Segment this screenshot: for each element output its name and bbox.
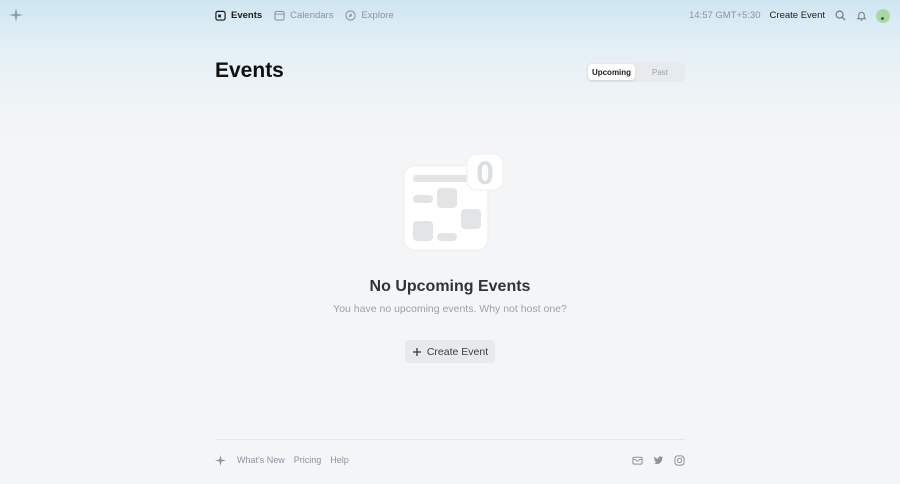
empty-count: 0: [476, 155, 494, 191]
footer-logo-sparkle-icon[interactable]: [215, 454, 226, 466]
top-bar: Events Calendars Explore 14:57 GMT+5:30 …: [0, 0, 900, 31]
tab-upcoming[interactable]: Upcoming: [588, 64, 635, 80]
tab-past[interactable]: Past: [637, 64, 683, 80]
nav-calendars[interactable]: Calendars: [274, 10, 333, 21]
avatar[interactable]: [876, 8, 890, 23]
events-tab-toggle: Upcoming Past: [586, 62, 685, 82]
current-time: 14:57 GMT+5:30: [688, 10, 761, 21]
nav-events-label: Events: [231, 10, 263, 21]
footer-link-whats-new[interactable]: What's New: [237, 455, 285, 465]
footer: What's New Pricing Help: [215, 450, 685, 470]
page-title: Events: [215, 59, 284, 82]
mail-icon[interactable]: [632, 455, 643, 466]
create-event-button-label: Create Event: [426, 345, 489, 358]
events-icon: [215, 10, 226, 21]
plus-icon: [412, 347, 421, 356]
bell-icon[interactable]: [855, 10, 867, 22]
nav-explore[interactable]: Explore: [345, 10, 394, 21]
search-icon[interactable]: [834, 10, 846, 22]
footer-divider: [215, 439, 685, 440]
nav-events[interactable]: Events: [215, 10, 262, 21]
footer-link-help[interactable]: Help: [330, 455, 349, 465]
explore-compass-icon: [345, 10, 357, 21]
logo-sparkle-icon[interactable]: [9, 8, 23, 22]
social-links: [632, 454, 685, 466]
main-nav: Events Calendars Explore: [215, 0, 394, 31]
empty-calendar-illustration: 0: [403, 153, 504, 251]
footer-link-pricing[interactable]: Pricing: [294, 455, 322, 465]
calendar-icon: [274, 10, 285, 21]
create-event-button[interactable]: Create Event: [405, 340, 495, 363]
instagram-icon[interactable]: [674, 454, 685, 466]
create-event-link[interactable]: Create Event: [770, 10, 825, 21]
empty-state-title: No Upcoming Events: [369, 278, 531, 295]
empty-state-subtitle: You have no upcoming events. Why not hos…: [333, 303, 567, 315]
twitter-icon[interactable]: [653, 455, 664, 466]
header-right: 14:57 GMT+5:30 Create Event: [689, 0, 890, 31]
nav-explore-label: Explore: [361, 10, 394, 21]
nav-calendars-label: Calendars: [290, 10, 334, 21]
